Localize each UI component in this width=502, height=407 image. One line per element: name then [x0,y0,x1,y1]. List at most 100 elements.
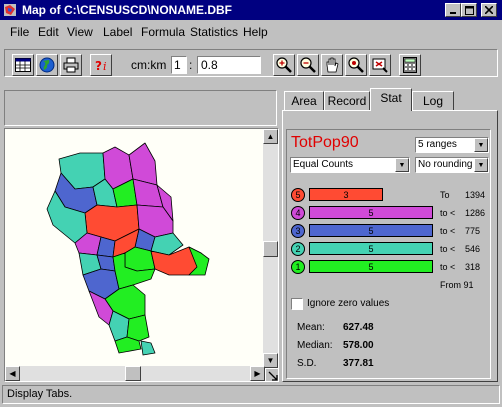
zoom-out-button[interactable] [297,54,319,76]
menu-label[interactable]: Label [103,25,132,39]
sd-label: S.D. [297,358,317,369]
stat-tab-panel: TotPop90 5 ranges ▼ Equal Counts ▼ No ro… [282,110,498,382]
menu-file[interactable]: File [10,25,29,39]
range-limit-value: 318 [465,262,481,272]
menu-statistics[interactable]: Statistics [190,25,238,39]
close-button[interactable] [481,3,497,17]
status-bar: Display Tabs. [2,385,500,404]
range-limit-label: to < [440,226,456,236]
table-button[interactable] [12,54,34,76]
chevron-down-icon[interactable]: ▼ [395,158,409,172]
globe-button[interactable] [36,54,58,76]
range-number-badge[interactable]: 1 [291,260,305,274]
range-bar[interactable]: 5 [309,224,433,237]
tab-area[interactable]: Area [284,91,324,110]
tab-stat[interactable]: Stat [370,88,412,111]
range-limit-label: To [440,190,450,200]
range-number-badge[interactable]: 3 [291,224,305,238]
help-info-button[interactable]: ? i [90,54,112,76]
window-title: Map of C:\CENSUSCD\NONAME.DBF [22,3,232,17]
menu-formula[interactable]: Formula [141,25,185,39]
zoom-window-icon [372,58,388,73]
arrow-down-icon: ▼ [266,356,275,365]
app-icon[interactable] [3,3,17,17]
menu-view[interactable]: View [67,25,93,39]
range-number-badge[interactable]: 5 [291,188,305,202]
zoom-in-button[interactable] [273,54,295,76]
range-bar[interactable]: 5 [309,260,433,273]
range-from-label: From 91 [440,280,474,290]
menu-help[interactable]: Help [243,25,268,39]
scale-left-input[interactable]: 1 [171,56,187,74]
maximize-button[interactable] [461,3,477,17]
print-button[interactable] [60,54,82,76]
calculator-icon [403,57,417,73]
horizontal-scroll-thumb[interactable] [125,366,141,381]
pan-hand-icon [326,57,339,73]
range-limit-value: 546 [465,244,481,254]
map-canvas[interactable] [5,129,265,368]
range-bar[interactable]: 3 [309,188,383,201]
resize-corner[interactable] [265,368,278,381]
range-row: 1 5 to < 318 [291,259,491,275]
map-region [126,314,150,342]
pan-button[interactable] [321,54,343,76]
map-region [124,246,156,272]
range-row: 4 5 to < 1286 [291,205,491,221]
vertical-scroll-thumb[interactable] [263,241,278,257]
chevron-down-icon[interactable]: ▼ [474,158,488,172]
arrow-left-icon: ◀ [9,369,16,378]
zoom-window-button[interactable] [369,54,391,76]
map-horizontal-scrollbar[interactable]: ◀ ▶ [5,366,265,381]
calculator-button[interactable] [399,54,421,76]
ignore-zero-checkbox[interactable] [291,298,303,310]
rounding-select[interactable]: No rounding ▼ [415,157,489,173]
census-map[interactable] [5,129,265,368]
scroll-right-button[interactable]: ▶ [250,366,265,381]
range-bar[interactable]: 5 [309,206,433,219]
maximize-icon [464,5,474,15]
method-select[interactable]: Equal Counts ▼ [290,157,410,173]
chevron-down-icon[interactable]: ▼ [474,138,488,152]
range-number-badge[interactable]: 2 [291,242,305,256]
tab-log[interactable]: Log [412,91,454,110]
minimize-button[interactable] [445,3,461,17]
mean-label: Mean: [297,322,325,333]
range-row: 5 3 To 1394 [291,187,491,203]
scroll-up-button[interactable]: ▲ [263,129,278,144]
range-limit-value: 1394 [465,190,486,200]
svg-text:i: i [103,60,107,73]
map-view[interactable]: ▲ ▼ ◀ ▶ [4,128,279,382]
tab-strip: Area Record Stat Log [282,88,498,111]
range-limit-value: 1286 [465,208,486,218]
median-value: 578.00 [343,340,374,351]
scale-right-input[interactable]: 0.8 [197,56,261,74]
range-bar[interactable]: 5 [309,242,433,255]
toolbar: ? i cm:km 1 : 0.8 [0,42,502,84]
menu-bar: File Edit View Label Formula Statistics … [0,21,502,41]
map-info-panel [4,90,277,126]
map-vertical-scrollbar[interactable]: ▲ ▼ [263,129,278,368]
zoom-full-icon [348,57,364,73]
map-region [140,340,156,356]
ranges-select[interactable]: 5 ranges ▼ [415,137,489,153]
menu-edit[interactable]: Edit [38,25,59,39]
status-text: Display Tabs. [7,388,73,400]
mean-value: 627.48 [343,322,374,333]
help-info-icon: ? i [95,59,107,73]
scroll-left-button[interactable]: ◀ [5,366,20,381]
scroll-down-button[interactable]: ▼ [263,353,278,368]
range-number-badge[interactable]: 4 [291,206,305,220]
zoom-full-button[interactable] [345,54,367,76]
range-limit-label: to < [440,262,456,272]
range-row: 2 5 to < 546 [291,241,491,257]
map-region [132,178,164,208]
range-limit-value: 775 [465,226,481,236]
tab-record[interactable]: Record [324,91,370,110]
stat-panel: TotPop90 5 ranges ▼ Equal Counts ▼ No ro… [286,129,491,379]
variable-name: TotPop90 [291,134,359,151]
scale-label: cm:km [131,58,167,72]
range-limit-label: to < [440,208,456,218]
svg-text:?: ? [95,59,102,73]
scale-separator: : [189,58,193,72]
